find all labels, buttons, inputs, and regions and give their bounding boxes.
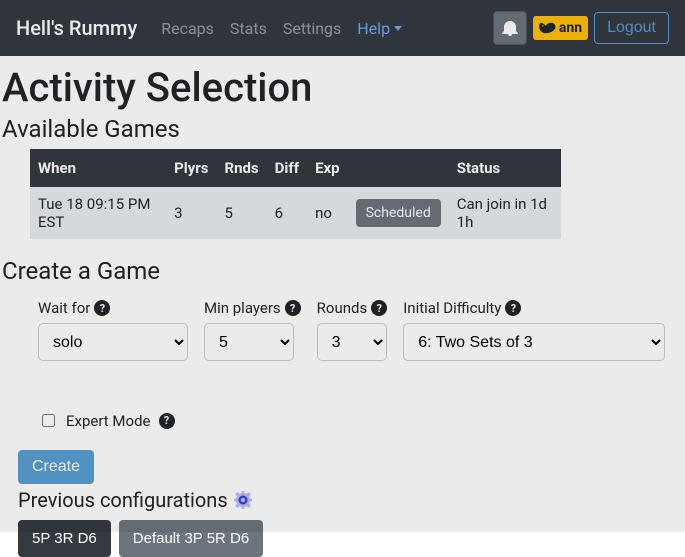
initdiff-group: Initial Difficulty ? 6: Two Sets of 3 (403, 299, 665, 361)
minplayers-group: Min players ? 5 (204, 299, 301, 361)
chevron-down-icon (394, 26, 402, 31)
rounds-label-text: Rounds (317, 299, 368, 317)
waitfor-select[interactable]: solo (38, 323, 188, 361)
logout-button[interactable]: Logout (594, 12, 669, 44)
nav-help[interactable]: Help (349, 11, 410, 46)
user-badge[interactable]: ann (533, 16, 588, 40)
help-icon[interactable]: ? (285, 300, 301, 316)
col-badge (348, 149, 449, 187)
help-icon[interactable]: ? (371, 300, 387, 316)
minplayers-label-text: Min players (204, 299, 281, 317)
config-preset-2[interactable]: Default 3P 5R D6 (119, 520, 263, 557)
create-form-row: Wait for ? solo Min players ? 5 Rounds ?… (2, 291, 683, 361)
brand[interactable]: Hell's Rummy (16, 16, 137, 40)
bird-icon (539, 21, 557, 35)
rounds-group: Rounds ? 3 (317, 299, 388, 361)
user-name: ann (559, 20, 582, 36)
previous-label: Previous configurations (18, 488, 228, 512)
help-icon[interactable]: ? (94, 300, 110, 316)
col-plyrs: Plyrs (166, 149, 216, 187)
help-icon[interactable]: ? (159, 413, 175, 429)
waitfor-label: Wait for ? (38, 299, 188, 317)
cell-status: Can join in 1d 1h (449, 187, 561, 239)
nav-help-label: Help (357, 19, 390, 38)
cell-exp: no (307, 187, 348, 239)
nav-links: Recaps Stats Settings Help (153, 11, 493, 46)
gear-icon (234, 491, 252, 509)
col-exp: Exp (307, 149, 348, 187)
nav-right: ann Logout (493, 11, 669, 45)
table-header-row: When Plyrs Rnds Diff Exp Status (30, 149, 561, 187)
col-diff: Diff (267, 149, 307, 187)
navbar: Hell's Rummy Recaps Stats Settings Help … (0, 0, 685, 56)
minplayers-label: Min players ? (204, 299, 301, 317)
col-when: When (30, 149, 166, 187)
table-row[interactable]: Tue 18 09:15 PM EST 3 5 6 no Scheduled C… (30, 187, 561, 239)
cell-diff: 6 (267, 187, 307, 239)
notifications-button[interactable] (493, 11, 527, 45)
initdiff-select[interactable]: 6: Two Sets of 3 (403, 323, 665, 361)
cell-when: Tue 18 09:15 PM EST (30, 187, 166, 239)
waitfor-label-text: Wait for (38, 299, 90, 317)
config-preset-1[interactable]: 5P 3R D6 (18, 520, 111, 557)
previous-configs-heading: Previous configurations (2, 484, 683, 512)
create-game-heading: Create a Game (2, 257, 683, 285)
bell-icon (502, 20, 518, 36)
initdiff-label: Initial Difficulty ? (403, 299, 665, 317)
col-rnds: Rnds (216, 149, 266, 187)
page-body: Activity Selection Available Games When … (0, 64, 685, 557)
cell-rnds: 5 (216, 187, 266, 239)
cell-plyrs: 3 (166, 187, 216, 239)
create-button[interactable]: Create (18, 450, 94, 484)
nav-recaps[interactable]: Recaps (153, 11, 222, 46)
games-table: When Plyrs Rnds Diff Exp Status Tue 18 0… (30, 149, 561, 239)
rounds-select[interactable]: 3 (317, 323, 387, 361)
initdiff-label-text: Initial Difficulty (403, 299, 501, 317)
status-badge: Scheduled (356, 199, 441, 227)
nav-settings[interactable]: Settings (275, 11, 349, 46)
expert-label: Expert Mode (66, 412, 151, 430)
config-buttons: 5P 3R D6 Default 3P 5R D6 (2, 512, 683, 557)
cell-badge: Scheduled (348, 187, 449, 239)
waitfor-group: Wait for ? solo (38, 299, 188, 361)
nav-stats[interactable]: Stats (222, 11, 275, 46)
expert-mode-checkbox[interactable] (42, 414, 55, 427)
help-icon[interactable]: ? (505, 300, 521, 316)
rounds-label: Rounds ? (317, 299, 388, 317)
minplayers-select[interactable]: 5 (204, 323, 294, 361)
expert-mode-row: Expert Mode ? (2, 361, 683, 430)
available-games-heading: Available Games (2, 115, 683, 143)
configure-button[interactable] (234, 491, 252, 509)
page-title: Activity Selection (2, 64, 683, 111)
col-status: Status (449, 149, 561, 187)
